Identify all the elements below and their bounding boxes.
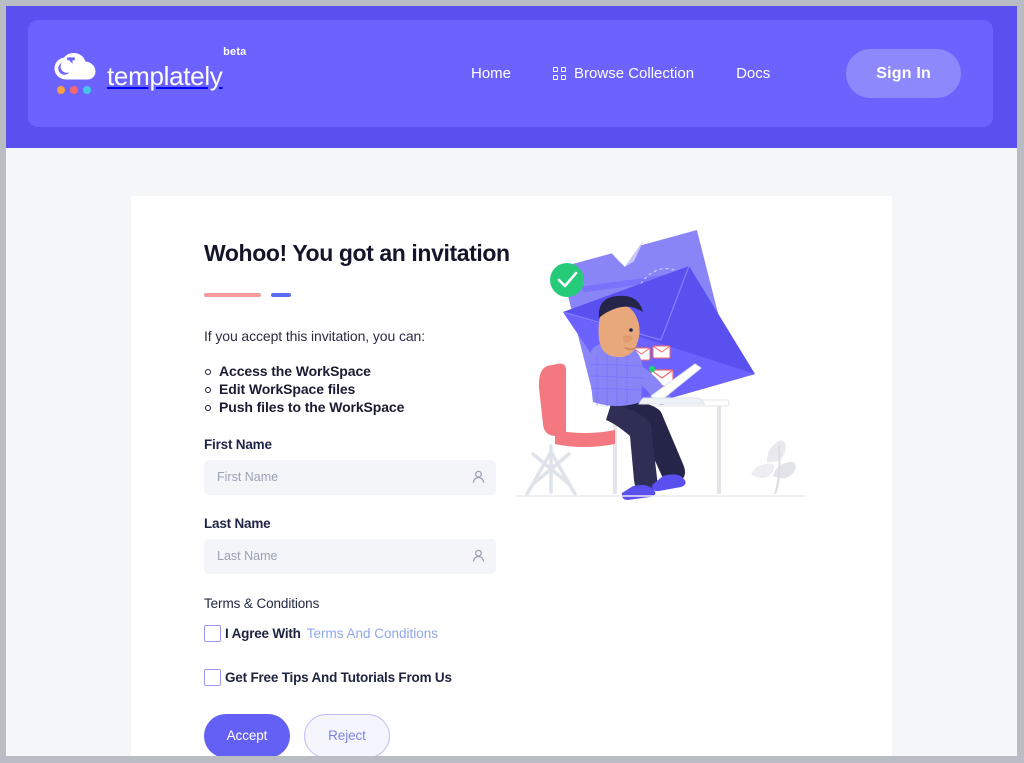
last-name-label: Last Name: [204, 515, 271, 531]
invitation-form-column: Wohoo! You got an invitation If you acce…: [131, 196, 510, 756]
nav-item-browse-collection-label: Browse Collection: [574, 65, 695, 82]
terms-heading: Terms & Conditions: [204, 595, 320, 611]
logo-dots: [57, 85, 91, 94]
nav-item-browse-collection[interactable]: Browse Collection: [553, 65, 694, 82]
accept-button[interactable]: Accept: [204, 713, 290, 756]
nav-item-home-label: Home: [471, 65, 512, 82]
list-item: Access the WorkSpace: [204, 362, 503, 380]
header-inner-bar: templately beta Home Browse Collection D…: [28, 20, 993, 127]
beta-badge: beta: [223, 45, 247, 58]
main-navigation: Home Browse Collection Docs Sign In: [471, 49, 961, 98]
logo-link[interactable]: templately beta: [54, 45, 247, 95]
reject-button[interactable]: Reject: [304, 713, 390, 756]
action-button-row: Accept Reject: [204, 713, 503, 756]
page-title: Wohoo! You got an invitation: [204, 240, 510, 266]
nav-item-docs[interactable]: Docs: [736, 65, 770, 82]
title-underline-accents: [204, 292, 503, 297]
invitation-card: Wohoo! You got an invitation If you acce…: [131, 196, 892, 756]
agree-terms-checkbox[interactable]: [204, 624, 221, 642]
sign-in-button[interactable]: Sign In: [846, 49, 961, 98]
free-tips-checkbox[interactable]: [204, 668, 221, 686]
site-header: templately beta Home Browse Collection D…: [6, 6, 1017, 148]
browser-viewport: templately beta Home Browse Collection D…: [6, 6, 1017, 756]
illustration-column: [503, 196, 892, 756]
free-tips-row: Get Free Tips And Tutorials From Us: [204, 668, 503, 686]
first-name-field-wrap: [204, 459, 496, 495]
logo-wordmark: templately beta: [107, 45, 247, 91]
page-body: Wohoo! You got an invitation If you acce…: [6, 148, 1017, 756]
agree-terms-row: I Agree With Terms And Conditions: [204, 624, 503, 642]
accent-rule-pink: [204, 292, 261, 297]
accent-rule-blue: [271, 292, 291, 297]
benefit-list: Access the WorkSpace Edit WorkSpace file…: [204, 362, 503, 416]
list-item: Push files to the WorkSpace: [204, 398, 503, 416]
nav-item-docs-label: Docs: [736, 65, 771, 82]
first-name-group: First Name: [204, 437, 503, 495]
list-item: Edit WorkSpace files: [204, 380, 503, 398]
free-tips-label: Get Free Tips And Tutorials From Us: [225, 669, 452, 685]
first-name-label: First Name: [204, 436, 272, 452]
cloud-logo-icon: [54, 52, 96, 95]
logo-dot-red: [70, 85, 78, 94]
terms-and-conditions-link[interactable]: Terms And Conditions: [307, 626, 438, 641]
last-name-group: Last Name: [204, 516, 503, 574]
last-name-field-wrap: [204, 538, 496, 574]
nav-item-home[interactable]: Home: [471, 65, 511, 82]
first-name-input[interactable]: [204, 459, 496, 495]
agree-terms-label: I Agree With: [225, 625, 301, 641]
grid-icon: [553, 67, 567, 80]
logo-dot-cyan: [83, 85, 91, 94]
man-at-desk-with-envelope-illustration: [517, 229, 805, 500]
intro-text: If you accept this invitation, you can:: [204, 327, 426, 344]
last-name-input[interactable]: [204, 538, 496, 574]
logo-dot-orange: [57, 85, 65, 94]
